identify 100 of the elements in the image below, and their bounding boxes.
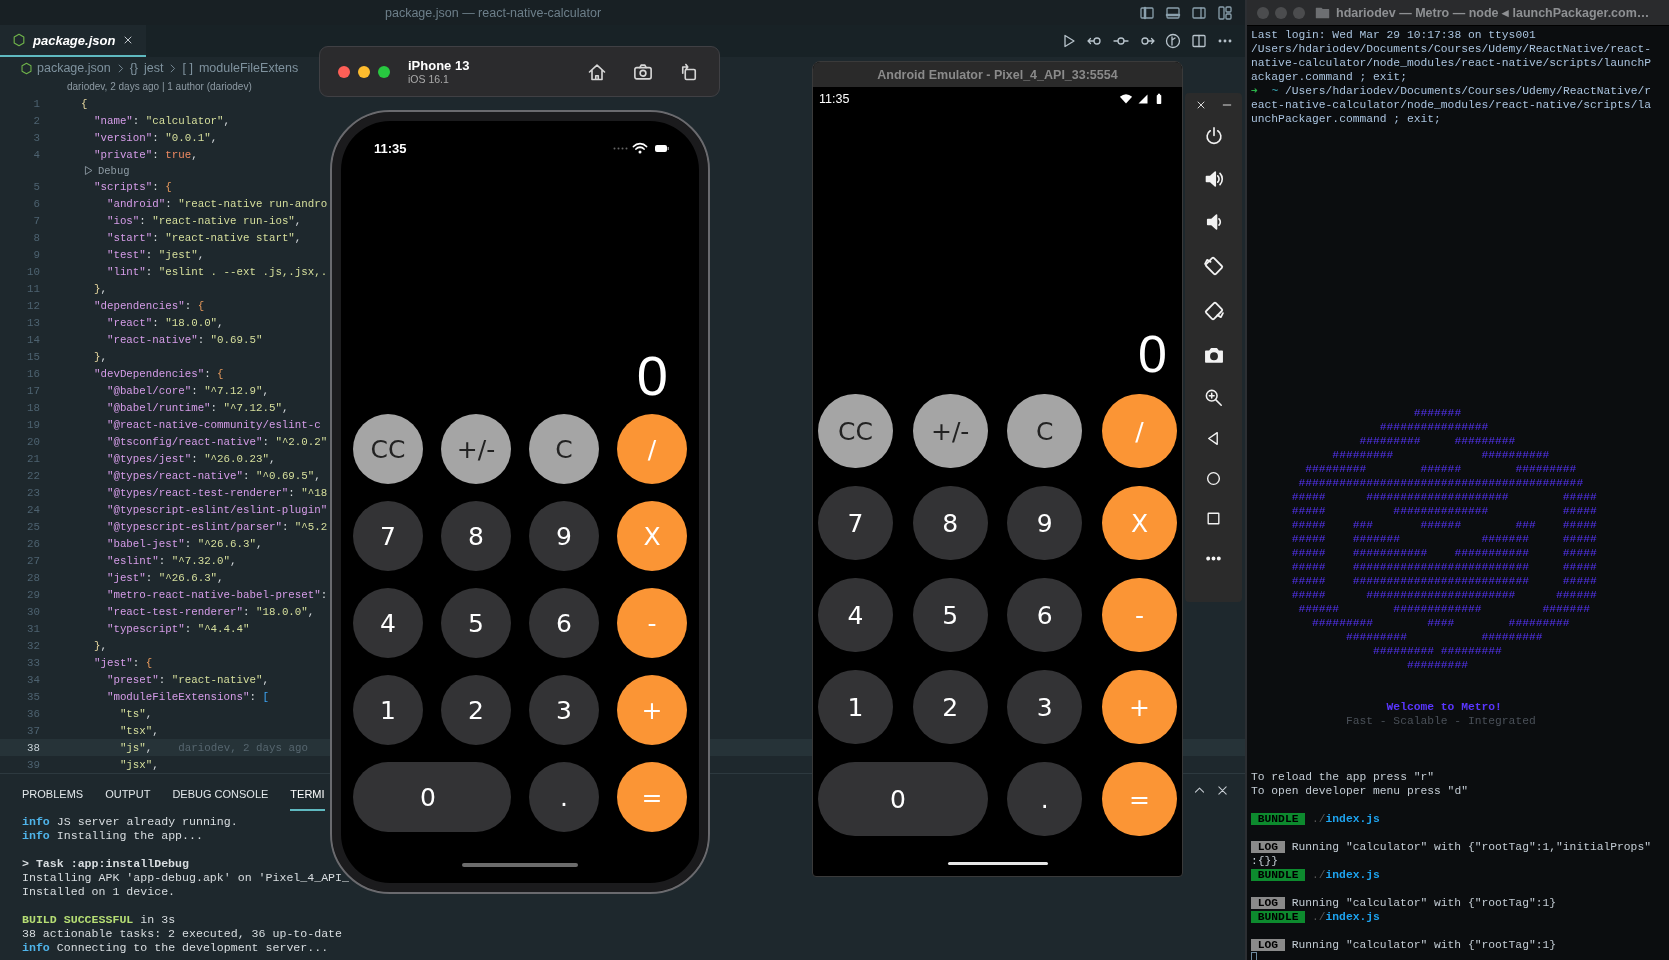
- code-line: "@typescript-eslint/parser": "^5.2: [105, 520, 328, 533]
- code-line: "android": "react-native run-andro: [105, 197, 328, 210]
- tagline: Fast - Scalable - Integrated: [1344, 714, 1536, 728]
- minimize-button[interactable]: [358, 65, 370, 78]
- digit-button[interactable]: 5: [441, 588, 511, 658]
- panel-tab[interactable]: PROBLEMS: [22, 774, 84, 811]
- code-line: "dependencies": {: [92, 299, 205, 312]
- function-button[interactable]: C: [529, 414, 599, 484]
- code-line: "react": "18.0.0",: [105, 316, 224, 329]
- breadcrumb-item[interactable]: jest: [144, 61, 164, 75]
- code-line: "start": "react-native start",: [105, 231, 302, 244]
- terminal-line: unchPackager.command ; exit;: [1251, 112, 1441, 126]
- debug-codelens[interactable]: Debug: [83, 163, 130, 178]
- panel-tab[interactable]: OUTPUT: [105, 774, 151, 811]
- breadcrumb-item[interactable]: moduleFileExtens: [198, 61, 299, 75]
- panel-toggle-icon[interactable]: [1165, 4, 1181, 21]
- secondary-sidebar-icon[interactable]: [1191, 4, 1207, 21]
- function-button[interactable]: CC: [818, 394, 893, 468]
- code-line: "jsx",: [118, 758, 159, 771]
- line-number: 1: [32, 97, 40, 110]
- digit-button[interactable]: 9: [1007, 486, 1083, 560]
- function-button[interactable]: CC: [353, 414, 423, 484]
- digit-button[interactable]: 2: [912, 670, 988, 744]
- layout-icon[interactable]: [1217, 4, 1233, 21]
- ascii-art-logo: ####### ################ ######### ######### ######### ########## ######### ###### ######### ########################################## ##### ##################### ##### ##### ############## ##### ##### ### ###### ### ##### ##### ####### ####### ##### ##### ########### ########### ##### ##### ########################## ##### ##### ########################## ##### ##### ###################### ###### ###### ############# ####### ######### #### ######### ######### ######### ######### ######### #########: [1290, 406, 1598, 672]
- code-line: "babel-jest": "^26.6.3",: [105, 537, 263, 550]
- code-line: "scripts": {: [92, 180, 172, 193]
- line-number: 10: [26, 265, 40, 278]
- log-line: LOG Running "calculator" with {"rootTag":1,"initialProps": [1251, 840, 1651, 854]
- breadcrumb-item[interactable]: package.json: [37, 61, 111, 75]
- volume-up-icon[interactable]: [1203, 169, 1224, 189]
- digit-button[interactable]: 0: [818, 762, 988, 836]
- terminal-line: info Installing the app...: [22, 829, 203, 843]
- digit-button[interactable]: 4: [353, 588, 423, 658]
- editor-tab[interactable]: package.json: [0, 25, 147, 57]
- rotate-left-icon[interactable]: [1202, 255, 1225, 277]
- digit-button[interactable]: 8: [441, 501, 511, 571]
- line-number: 24: [26, 503, 40, 516]
- terminal-line: Installing APK 'app-debug.apk' on 'Pixel_4_API_: [22, 871, 349, 885]
- signal-icon: [1137, 93, 1149, 105]
- overview-icon[interactable]: [1205, 510, 1222, 527]
- digit-button[interactable]: 8: [912, 486, 988, 560]
- digit-button[interactable]: 3: [1007, 670, 1083, 744]
- code-line: "devDependencies": {: [92, 367, 224, 380]
- digit-button[interactable]: 2: [441, 675, 511, 745]
- code-line: "@types/react-native": "^0.69.5",: [105, 469, 321, 482]
- play-outline-icon: [83, 165, 94, 176]
- close-button[interactable]: [338, 65, 350, 78]
- line-number: 5: [32, 180, 40, 193]
- digit-button[interactable]: 6: [529, 588, 599, 658]
- digit-button[interactable]: .: [1007, 762, 1083, 836]
- digit-button[interactable]: 3: [529, 675, 599, 745]
- digit-button[interactable]: 7: [818, 486, 893, 560]
- digit-button[interactable]: 7: [353, 501, 423, 571]
- terminal-line: Installed on 1 device.: [22, 885, 176, 899]
- code-line: "metro-react-native-babel-preset":: [105, 588, 328, 601]
- home-indicator[interactable]: [947, 862, 1048, 865]
- code-line: "@typescript-eslint/eslint-plugin": [105, 503, 328, 516]
- sidebar-toggle-icon[interactable]: [1139, 4, 1155, 21]
- rotate-icon[interactable]: [679, 61, 699, 82]
- play-icon[interactable]: [1061, 33, 1077, 49]
- line-number: 28: [26, 571, 40, 584]
- home-icon[interactable]: [1205, 470, 1222, 487]
- function-button[interactable]: +/-: [912, 394, 988, 468]
- power-icon[interactable]: [1203, 126, 1224, 146]
- digit-button[interactable]: 1: [818, 670, 893, 744]
- line-number: 38: [26, 741, 40, 754]
- code-line: "react-native": "0.69.5": [105, 333, 263, 346]
- function-button[interactable]: C: [1007, 394, 1083, 468]
- digit-button[interactable]: 5: [912, 578, 988, 652]
- terminal-line: native-calculator/node_modules/react-native/scripts/launchP: [1251, 56, 1651, 70]
- home-icon[interactable]: [587, 61, 607, 82]
- digit-button[interactable]: 9: [529, 501, 599, 571]
- code-line: "jest": {: [92, 656, 153, 669]
- branch-circle-icon[interactable]: [1165, 33, 1181, 49]
- digit-button[interactable]: 4: [818, 578, 893, 652]
- code-line: {: [80, 97, 88, 110]
- zoom-button[interactable]: [378, 65, 390, 78]
- line-number: 23: [26, 486, 40, 499]
- code-line: },: [92, 639, 107, 652]
- split-editor-icon[interactable]: [1191, 33, 1207, 49]
- panel-tab[interactable]: DEBUG CONSOLE: [172, 774, 269, 811]
- camera-icon[interactable]: [633, 61, 653, 82]
- close-icon[interactable]: [1216, 784, 1229, 797]
- digit-button[interactable]: .: [529, 762, 599, 832]
- code-line: },: [92, 282, 107, 295]
- digit-button[interactable]: 1: [353, 675, 423, 745]
- code-line: "tsx",: [118, 724, 159, 737]
- wifi-icon: [632, 140, 648, 156]
- camera-icon[interactable]: [1203, 345, 1224, 365]
- rotate-right-icon[interactable]: [1202, 300, 1225, 322]
- digit-button[interactable]: 6: [1007, 578, 1083, 652]
- digit-button[interactable]: 0: [353, 762, 511, 832]
- line-number: 14: [26, 333, 40, 346]
- window-title: hdariodev — Metro — node ◂ launchPackager.com…: [1336, 5, 1650, 20]
- log-line: To reload the app press "r": [1251, 770, 1435, 784]
- panel-tab[interactable]: TERMI: [290, 774, 325, 811]
- function-button[interactable]: +/-: [441, 414, 511, 484]
- line-number: 39: [26, 758, 40, 771]
- zoom-icon[interactable]: [1204, 388, 1223, 407]
